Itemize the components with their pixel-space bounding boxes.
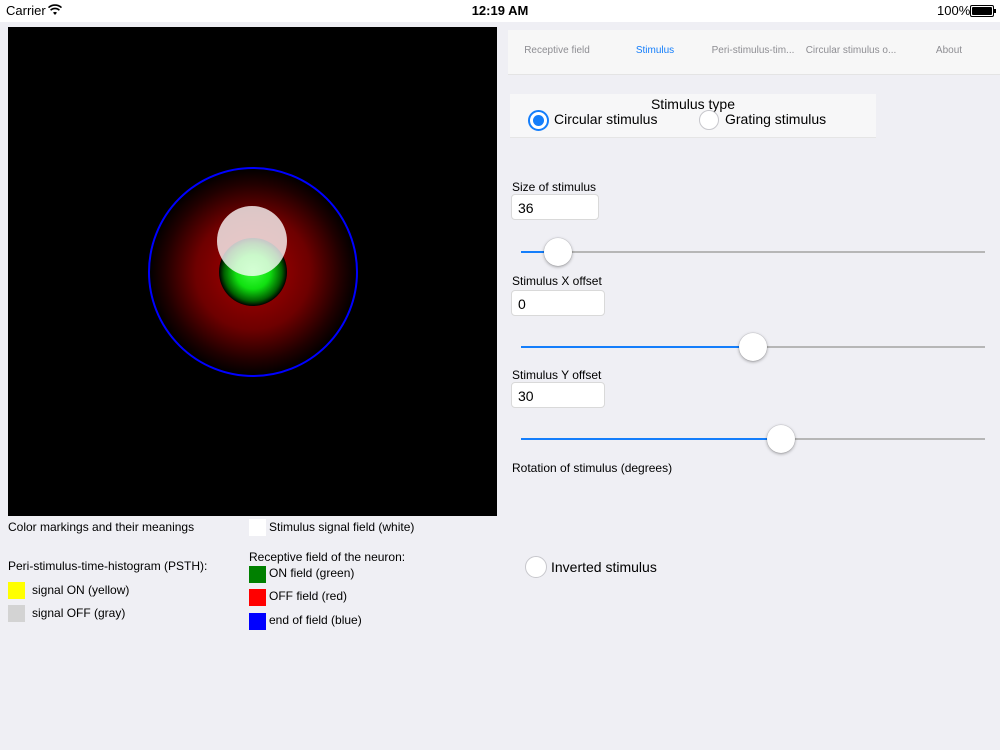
x-offset-slider-thumb[interactable]	[739, 333, 767, 361]
y-offset-label: Stimulus Y offset	[512, 368, 602, 382]
y-offset-slider[interactable]	[521, 425, 985, 453]
legend-heading: Color markings and their meanings	[8, 520, 195, 534]
white-swatch	[249, 519, 266, 536]
green-swatch	[249, 566, 266, 583]
signal-off-legend: signal OFF (gray)	[32, 606, 126, 620]
rotation-label: Rotation of stimulus (degrees)	[512, 461, 673, 475]
battery-icon	[970, 5, 996, 17]
circular-stimulus-label[interactable]: Circular stimulus	[554, 111, 657, 127]
status-bar: Carrier 12:19 AM 100%	[0, 0, 1000, 22]
gray-swatch	[8, 605, 25, 622]
size-field[interactable]: 36	[511, 194, 599, 220]
receptive-field-drawing	[148, 167, 358, 377]
inverted-stimulus-toggle[interactable]	[525, 556, 547, 578]
stimulus-spot	[217, 206, 287, 276]
tab-stimulus[interactable]: Stimulus	[606, 45, 704, 56]
size-label: Size of stimulus	[512, 180, 597, 194]
inverted-stimulus-label[interactable]: Inverted stimulus	[551, 559, 657, 575]
size-slider-track	[521, 251, 985, 253]
red-swatch	[249, 589, 266, 606]
size-slider-thumb[interactable]	[544, 238, 573, 266]
grating-stimulus-label[interactable]: Grating stimulus	[725, 111, 826, 127]
receptive-field-canvas[interactable]	[8, 27, 497, 516]
x-offset-label: Stimulus X offset	[512, 274, 602, 288]
tab-about[interactable]: About	[900, 45, 998, 56]
x-offset-field[interactable]: 0	[511, 290, 605, 316]
y-offset-slider-fill	[521, 438, 781, 440]
clock: 12:19 AM	[471, 3, 529, 18]
size-slider[interactable]	[521, 238, 985, 266]
y-offset-slider-thumb[interactable]	[766, 425, 795, 453]
x-offset-slider-fill	[521, 346, 753, 348]
off-field-legend: OFF field (red)	[269, 589, 348, 603]
grating-stimulus-radio[interactable]	[699, 110, 719, 130]
tab-bar: Receptive field Stimulus Peri-stimulus-t…	[508, 30, 1000, 75]
signal-on-legend: signal ON (yellow)	[32, 583, 130, 597]
psth-heading: Peri-stimulus-time-histogram (PSTH):	[8, 559, 208, 573]
on-field-legend: ON field (green)	[269, 566, 355, 580]
x-offset-slider[interactable]	[521, 333, 985, 361]
tab-peri-stimulus-time-histogram[interactable]: Peri-stimulus-tim...	[704, 45, 802, 56]
tab-circular-stimulus[interactable]: Circular stimulus o...	[802, 45, 900, 56]
circular-stimulus-radio[interactable]	[528, 110, 549, 131]
yellow-swatch	[8, 582, 25, 599]
end-field-legend: end of field (blue)	[269, 613, 362, 627]
y-offset-field[interactable]: 30	[511, 382, 605, 408]
stimulus-type-group: Stimulus type Circular stimulus Grating …	[510, 94, 876, 138]
tab-receptive-field[interactable]: Receptive field	[508, 45, 606, 56]
battery-percent: 100%	[937, 3, 971, 18]
blue-swatch	[249, 613, 266, 630]
stimulus-signal-legend: Stimulus signal field (white)	[269, 520, 415, 534]
stimulus-type-title: Stimulus type	[650, 96, 736, 112]
receptive-field-heading: Receptive field of the neuron:	[249, 550, 406, 564]
